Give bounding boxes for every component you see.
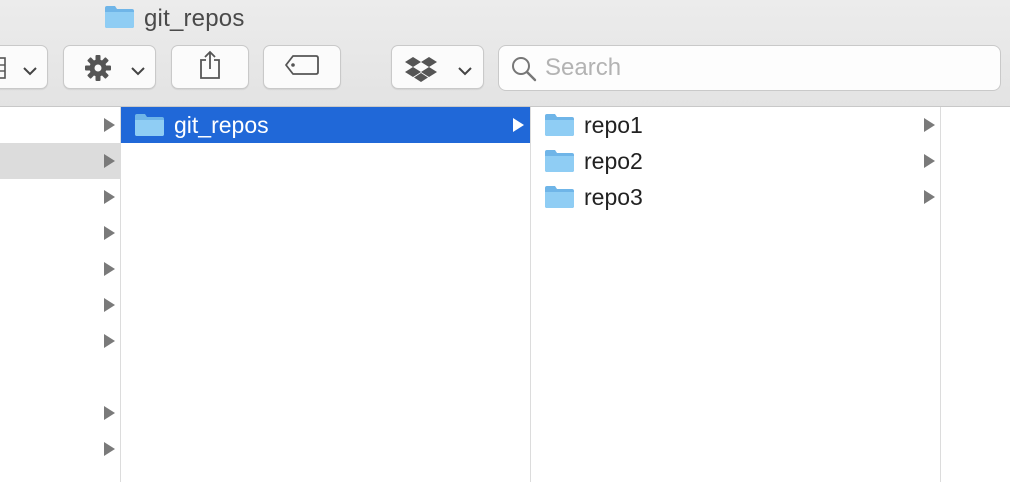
folder-icon: [544, 148, 575, 178]
folder-icon: [544, 112, 575, 142]
disclosure-arrow-icon: [104, 262, 115, 276]
list-item[interactable]: [0, 287, 120, 323]
tag-button[interactable]: [263, 45, 341, 89]
disclosure-arrow-icon: [104, 190, 115, 204]
list-item-label: repo2: [584, 148, 643, 174]
disclosure-arrow-icon: [104, 298, 115, 312]
list-item[interactable]: [0, 431, 120, 467]
share-button[interactable]: [171, 45, 249, 89]
folder-icon: [104, 4, 135, 34]
list-item[interactable]: [0, 215, 120, 251]
list-item-label: git_repos: [174, 112, 269, 138]
action-menu-button[interactable]: [63, 45, 156, 89]
window-title-text: git_repos: [144, 5, 245, 32]
finder-window: git_repos Search git_repos repo1 repo2 r…: [0, 0, 1010, 482]
current-column[interactable]: git_repos: [121, 107, 531, 482]
disclosure-arrow-icon: [104, 118, 115, 132]
disclosure-arrow-icon: [924, 154, 935, 168]
disclosure-arrow-icon: [104, 154, 115, 168]
toolbar: git_repos: [0, 0, 1010, 107]
disclosure-arrow-icon: [104, 334, 115, 348]
chevron-down-icon: [131, 63, 145, 81]
folder-icon: [544, 184, 575, 214]
disclosure-arrow-icon: [924, 190, 935, 204]
list-item[interactable]: [0, 143, 120, 179]
chevron-down-icon: [458, 63, 472, 81]
folder-icon: [134, 112, 165, 142]
list-item-repo3[interactable]: repo3: [531, 179, 940, 215]
search-input[interactable]: [545, 52, 985, 84]
disclosure-arrow-icon: [104, 406, 115, 420]
search-field[interactable]: [498, 45, 1001, 91]
list-item[interactable]: [0, 251, 120, 287]
tag-icon: [284, 54, 320, 81]
gear-icon: [84, 54, 112, 87]
dropbox-icon: [404, 56, 438, 87]
search-icon: [511, 56, 537, 87]
dropbox-button[interactable]: [391, 45, 484, 89]
list-item-label: repo3: [584, 184, 643, 210]
window-title: git_repos: [104, 4, 245, 34]
disclosure-arrow-icon: [104, 442, 115, 456]
list-item[interactable]: [0, 107, 120, 143]
parent-column[interactable]: [0, 107, 121, 482]
list-item-label: repo1: [584, 112, 643, 138]
chevron-down-icon: [23, 63, 37, 81]
column-view-icon: [0, 56, 7, 85]
list-item[interactable]: [0, 395, 120, 431]
list-item[interactable]: [0, 179, 120, 215]
disclosure-arrow-icon: [924, 118, 935, 132]
view-mode-button[interactable]: [0, 45, 48, 89]
disclosure-arrow-icon: [104, 226, 115, 240]
list-item[interactable]: [0, 359, 120, 395]
list-item-repo1[interactable]: repo1: [531, 107, 940, 143]
children-column[interactable]: repo1 repo2 repo3: [531, 107, 941, 482]
share-icon: [198, 50, 222, 85]
list-item-repo2[interactable]: repo2: [531, 143, 940, 179]
empty-column[interactable]: [941, 107, 1010, 482]
disclosure-arrow-icon: [513, 118, 524, 132]
list-item-git-repos[interactable]: git_repos: [121, 107, 530, 143]
list-item[interactable]: [0, 323, 120, 359]
